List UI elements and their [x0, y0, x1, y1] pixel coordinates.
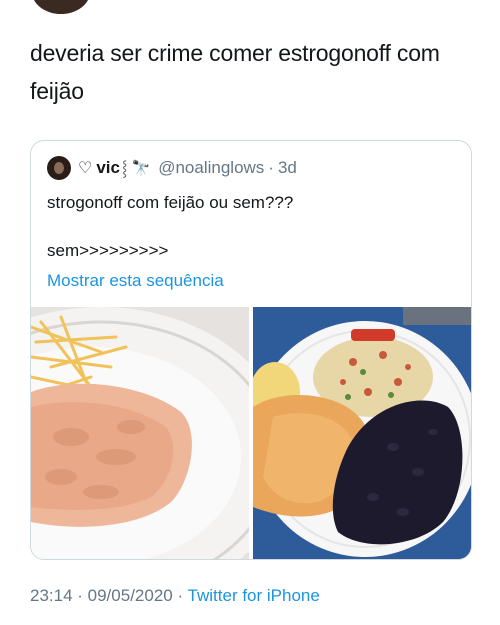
quoted-handle[interactable]: @noalinglows [158, 158, 264, 178]
telescope-icon: ⸾ 🔭 [121, 160, 151, 177]
photo-stroganoff-image [31, 307, 249, 559]
tweet-text: deveria ser crime comer estrogonoff com … [30, 40, 440, 104]
tweet-timestamp[interactable]: 23:14 · 09/05/2020 · [30, 586, 188, 605]
tweet-metadata: 23:14 · 09/05/2020 · Twitter for iPhone [30, 586, 320, 606]
tweet-source-link[interactable]: Twitter for iPhone [188, 586, 320, 605]
quoted-tweet-card[interactable]: ♡ vic ⸾ 🔭 @noalinglows · 3d strogonoff c… [30, 140, 472, 560]
photo-beans-image [253, 307, 471, 559]
author-avatar[interactable] [32, 0, 90, 14]
photo-stroganoff-with-beans[interactable] [253, 307, 471, 559]
show-thread-link[interactable]: Mostrar esta sequência [47, 271, 224, 291]
quoted-display-name[interactable]: vic [96, 158, 120, 178]
quoted-author-avatar[interactable] [47, 156, 71, 180]
quoted-time[interactable]: 3d [278, 158, 297, 178]
quoted-tweet-text: strogonoff com feijão ou sem??? sem>>>>>… [47, 193, 294, 260]
photo-grid [31, 307, 471, 559]
quoted-tweet-header: ♡ vic ⸾ 🔭 @noalinglows · 3d [47, 155, 297, 181]
header-separator: · [268, 158, 274, 177]
photo-stroganoff[interactable] [31, 307, 249, 559]
heart-outline-icon: ♡ [78, 160, 93, 177]
